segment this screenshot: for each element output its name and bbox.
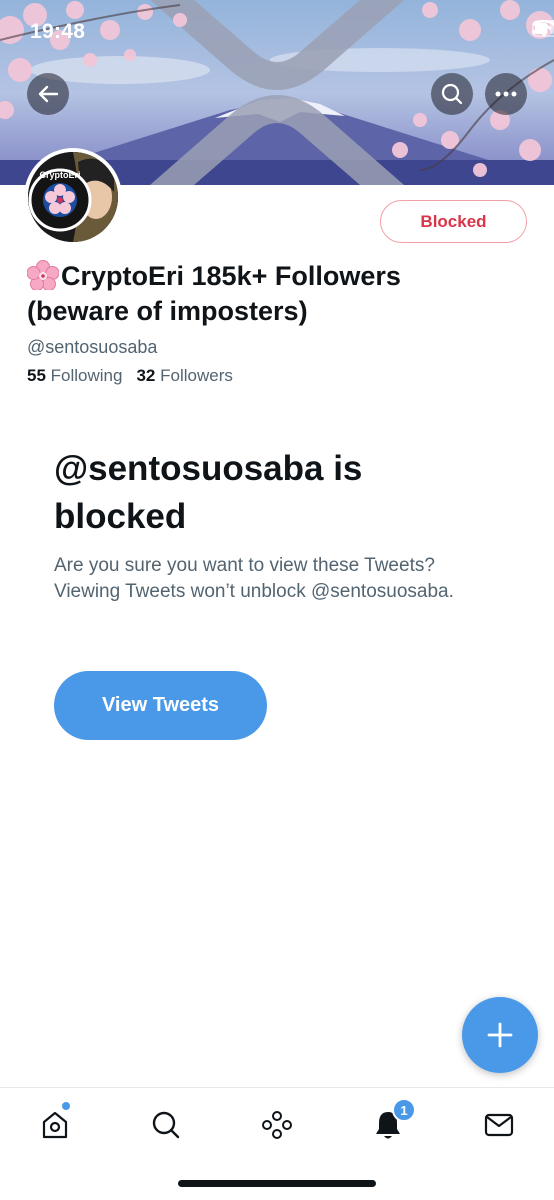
cherry-blossom-icon xyxy=(27,260,59,290)
following-link[interactable]: 55 Following xyxy=(27,366,122,386)
back-button[interactable] xyxy=(27,73,69,115)
search-button[interactable] xyxy=(431,73,473,115)
followers-label: Followers xyxy=(160,366,233,385)
tab-home[interactable] xyxy=(35,1105,75,1145)
search-icon xyxy=(441,83,463,105)
status-time: 19:48 xyxy=(30,20,86,43)
avatar-text: CryptoEri xyxy=(39,170,80,180)
avatar[interactable]: CryptoEri xyxy=(24,148,122,246)
plus-icon xyxy=(487,1022,513,1048)
home-icon xyxy=(42,1111,68,1139)
following-label: Following xyxy=(50,366,123,385)
follow-stats: 55 Following 32 Followers xyxy=(27,366,233,386)
more-button[interactable] xyxy=(485,73,527,115)
profile-handle: @sentosuosaba xyxy=(27,337,158,357)
followers-link[interactable]: 32 Followers xyxy=(136,366,232,386)
blocked-description: Are you sure you want to view these Twee… xyxy=(54,555,454,602)
spaces-icon xyxy=(262,1111,292,1139)
messages-icon xyxy=(484,1113,514,1137)
more-dots-icon xyxy=(495,91,517,97)
avatar-image: CryptoEri xyxy=(28,152,118,242)
search-icon xyxy=(152,1111,180,1139)
followers-count: 32 xyxy=(136,366,156,385)
tab-messages[interactable] xyxy=(479,1105,519,1145)
blocked-button[interactable]: Blocked xyxy=(380,200,527,243)
blocked-title: @sentosuosaba is blocked xyxy=(54,449,363,536)
tab-search[interactable] xyxy=(146,1105,186,1145)
battery-icon xyxy=(532,20,554,37)
home-indicator xyxy=(178,1180,376,1187)
display-name: CryptoEri 185k+ Followers (beware of imp… xyxy=(27,259,507,329)
home-unread-dot xyxy=(62,1102,70,1110)
following-count: 55 xyxy=(27,366,46,385)
view-tweets-button[interactable]: View Tweets xyxy=(54,671,267,740)
display-name-text: CryptoEri 185k+ Followers (beware of imp… xyxy=(27,261,401,326)
notification-badge: 1 xyxy=(392,1098,416,1122)
arrow-left-icon xyxy=(38,85,59,103)
tab-spaces[interactable] xyxy=(257,1105,297,1145)
compose-tweet-button[interactable] xyxy=(462,997,538,1073)
